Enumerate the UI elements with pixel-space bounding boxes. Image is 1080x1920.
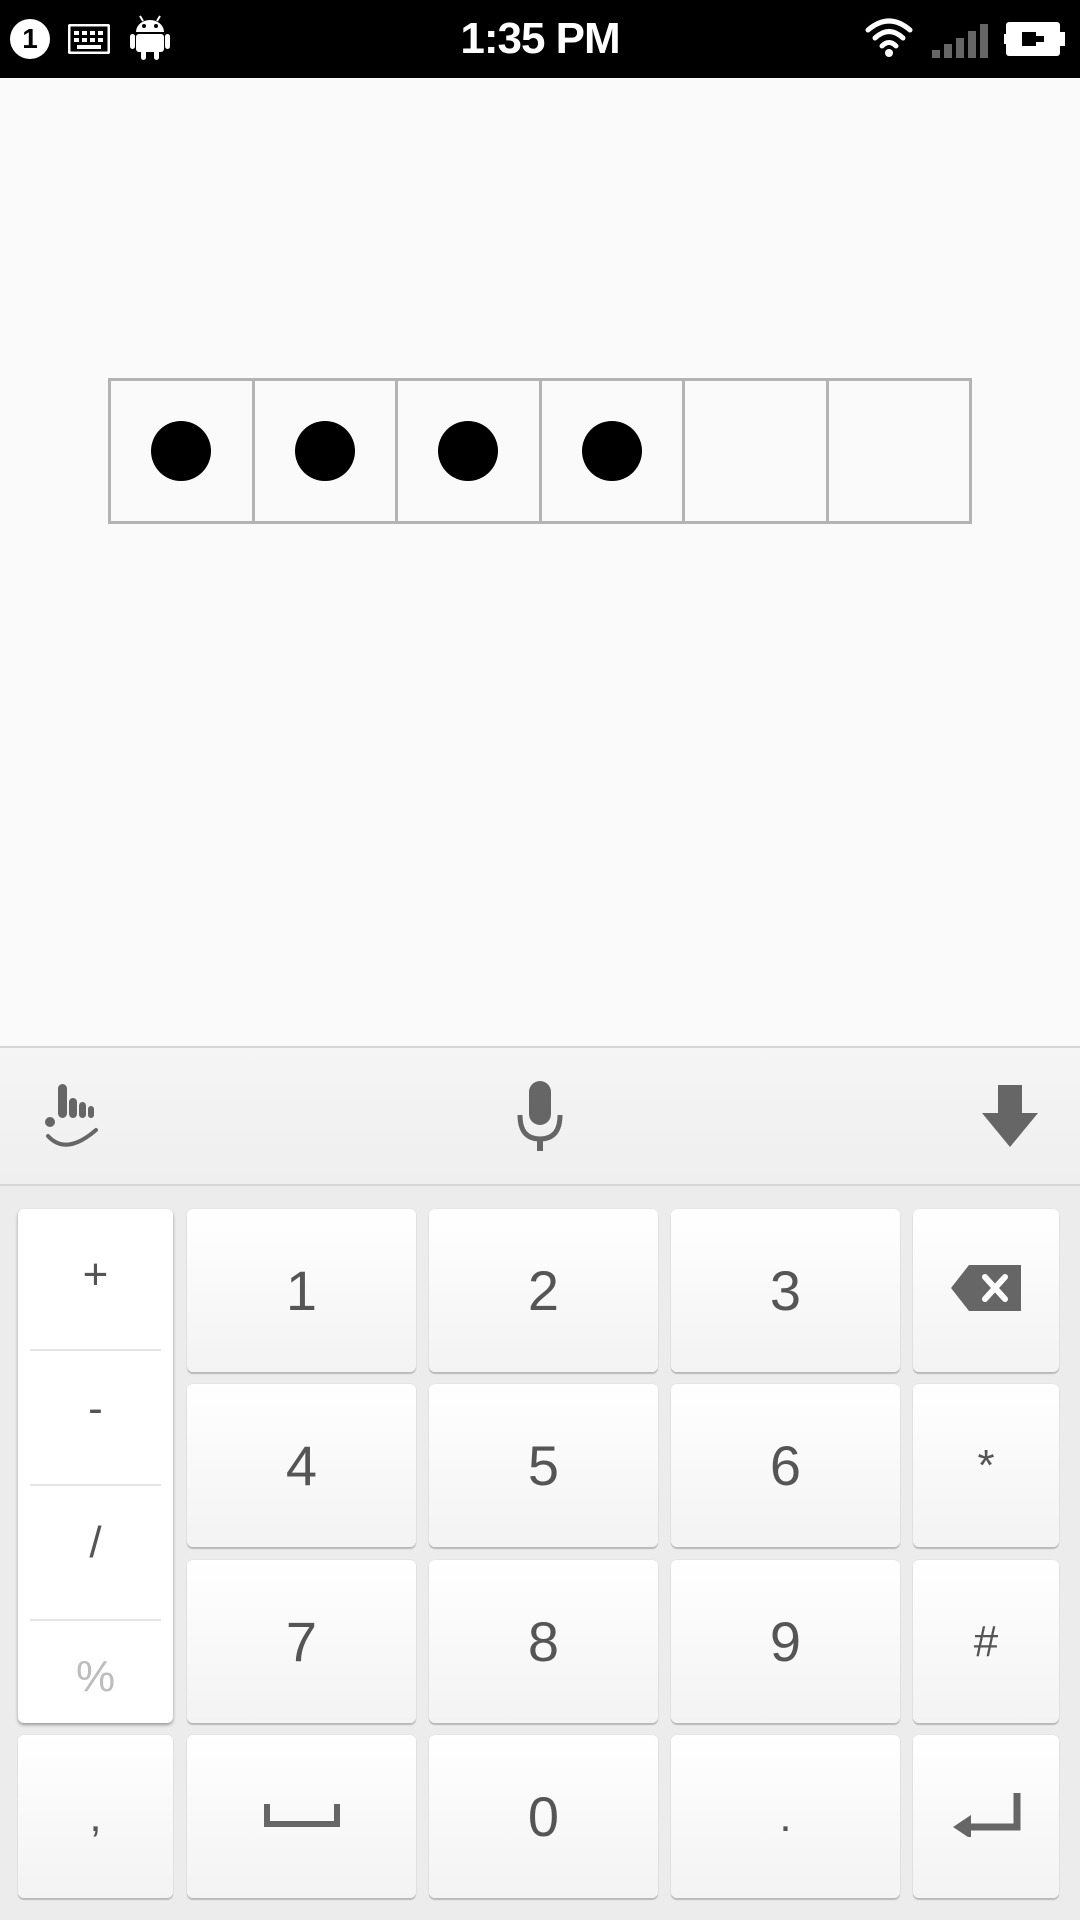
popup-key-slash[interactable]: / bbox=[18, 1477, 173, 1609]
pin-digit-cell bbox=[542, 381, 685, 521]
hide-keyboard-icon bbox=[980, 1083, 1040, 1154]
battery-charging-icon bbox=[1004, 20, 1066, 63]
key-period[interactable]: . bbox=[671, 1735, 900, 1898]
pin-digit-cell bbox=[111, 381, 255, 521]
pin-dot bbox=[151, 421, 212, 481]
key-3[interactable]: 3 bbox=[671, 1209, 900, 1372]
space-key[interactable] bbox=[187, 1735, 416, 1898]
pin-dot bbox=[581, 421, 642, 481]
key-6[interactable]: 6 bbox=[671, 1384, 900, 1547]
pin-digit-cell bbox=[255, 381, 398, 521]
wifi-icon bbox=[864, 18, 914, 63]
handwriting-button[interactable] bbox=[32, 1078, 112, 1158]
voice-input-button[interactable] bbox=[500, 1078, 580, 1158]
key-asterisk[interactable]: * bbox=[913, 1384, 1059, 1547]
symbol-popup: + - / % bbox=[18, 1209, 173, 1723]
popup-key-percent[interactable]: % bbox=[18, 1611, 173, 1743]
key-comma[interactable]: , bbox=[18, 1735, 173, 1898]
key-7[interactable]: 7 bbox=[187, 1560, 416, 1723]
key-0[interactable]: 0 bbox=[429, 1735, 658, 1898]
signal-icon bbox=[930, 22, 990, 63]
backspace-icon bbox=[949, 1263, 1023, 1318]
key-9[interactable]: 9 bbox=[671, 1560, 900, 1723]
popup-key-minus[interactable]: - bbox=[18, 1343, 173, 1475]
pin-dot bbox=[294, 421, 355, 481]
handwriting-icon bbox=[40, 1080, 104, 1157]
space-icon bbox=[263, 1800, 340, 1833]
status-time: 1:35 PM bbox=[460, 14, 620, 63]
enter-icon bbox=[949, 1791, 1023, 1842]
pin-entry-field[interactable] bbox=[108, 378, 972, 524]
hide-keyboard-button[interactable] bbox=[970, 1078, 1050, 1158]
key-5[interactable]: 5 bbox=[429, 1384, 658, 1547]
popup-key-plus[interactable]: + bbox=[18, 1209, 173, 1341]
microphone-icon bbox=[512, 1079, 568, 1158]
key-1[interactable]: 1 bbox=[187, 1209, 416, 1372]
pin-dot bbox=[438, 421, 499, 481]
key-2[interactable]: 2 bbox=[429, 1209, 658, 1372]
pin-digit-cell bbox=[685, 381, 829, 521]
enter-key[interactable] bbox=[913, 1735, 1059, 1898]
status-bar: 1 1:35 PM bbox=[0, 0, 1080, 78]
backspace-key[interactable] bbox=[913, 1209, 1059, 1372]
key-hash[interactable]: # bbox=[913, 1560, 1059, 1723]
pin-digit-cell bbox=[398, 381, 542, 521]
pin-digit-cell bbox=[829, 381, 970, 521]
key-8[interactable]: 8 bbox=[429, 1560, 658, 1723]
keyboard-toolbar bbox=[0, 1046, 1080, 1186]
key-4[interactable]: 4 bbox=[187, 1384, 416, 1547]
